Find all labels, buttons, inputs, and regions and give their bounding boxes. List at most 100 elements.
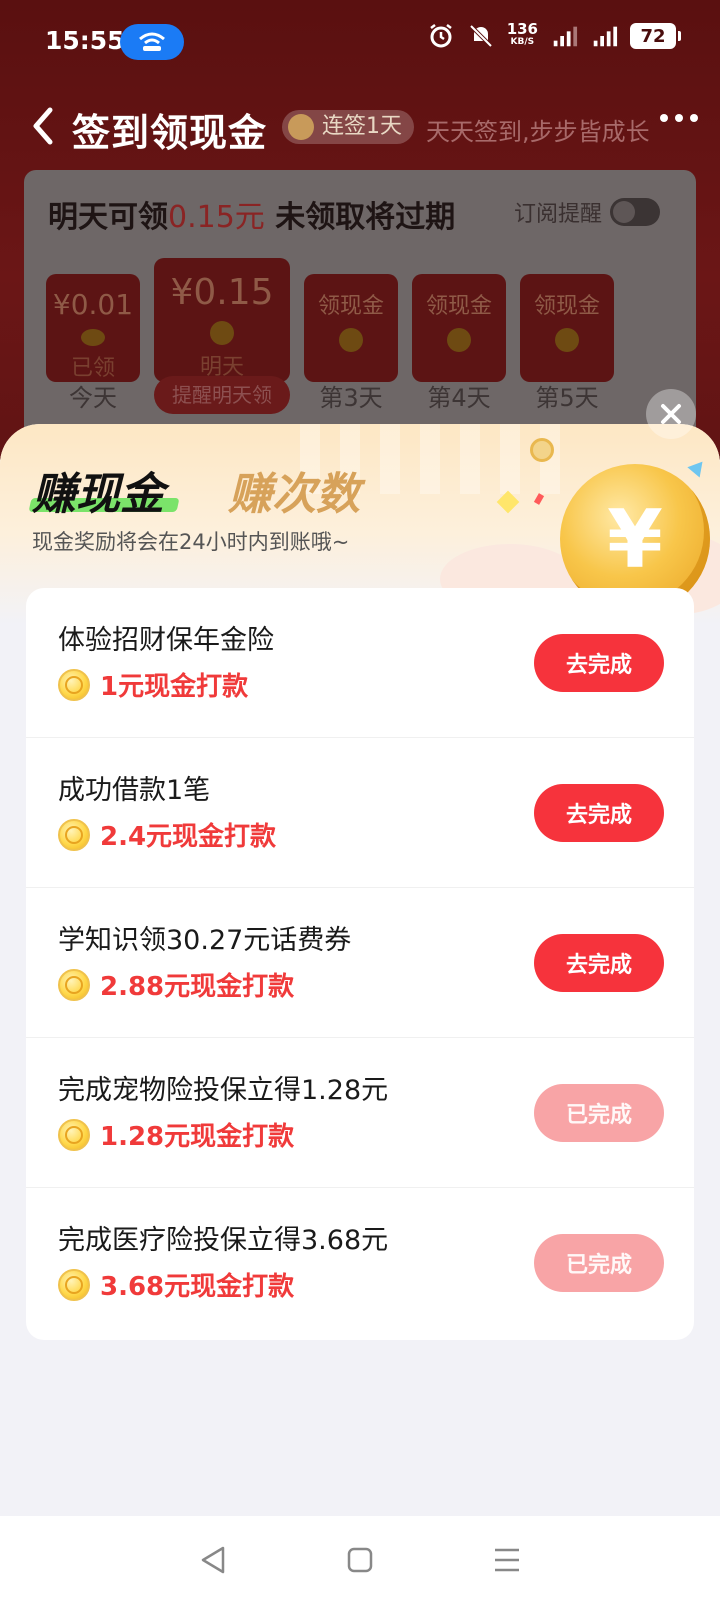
dot-icon bbox=[690, 114, 698, 122]
seal-icon bbox=[210, 321, 234, 345]
subscribe-reminder[interactable]: 订阅提醒 bbox=[514, 196, 660, 228]
task-reward-text: 2.88元现金打款 bbox=[100, 972, 295, 1002]
network-speed: 136 KB/S bbox=[506, 20, 538, 49]
coin-icon bbox=[58, 818, 90, 851]
nav-menu-button[interactable] bbox=[483, 1536, 531, 1584]
day-label: 第4天 bbox=[427, 383, 491, 412]
small-coin-icon bbox=[530, 438, 554, 462]
signin-card: 明天可领0.15元 未领取将过期 订阅提醒 ¥0.01 已领 ¥0.15 明天 … bbox=[24, 170, 696, 450]
task-reward: 1.28元现金打款 bbox=[58, 1116, 294, 1153]
task-row: 完成宠物险投保立得1.28元 1.28元现金打款 已完成 bbox=[26, 1038, 694, 1188]
task-reward: 2.88元现金打款 bbox=[58, 966, 294, 1003]
signin-suffix: 未领取将过期 bbox=[264, 200, 456, 235]
seal-icon bbox=[339, 328, 363, 352]
coin-icon bbox=[58, 1268, 90, 1301]
task-reward-text: 1元现金打款 bbox=[100, 672, 249, 702]
envelope-value: ¥0.01 bbox=[52, 288, 134, 321]
task-reward-text: 1.28元现金打款 bbox=[100, 1122, 295, 1152]
envelope-day-1[interactable]: ¥0.01 已领 bbox=[46, 274, 140, 382]
streak-label: 连签1天 bbox=[322, 114, 402, 139]
envelope-day-2[interactable]: ¥0.15 明天 bbox=[154, 258, 290, 382]
task-reward: 2.4元现金打款 bbox=[58, 816, 276, 853]
task-reward-text: 3.68元现金打款 bbox=[100, 1272, 295, 1302]
alarm-icon bbox=[427, 22, 455, 50]
status-icons: 136 KB/S 72 bbox=[427, 20, 681, 50]
completed-button[interactable]: 已完成 bbox=[534, 1084, 664, 1142]
dot-icon bbox=[675, 114, 683, 122]
task-title: 完成宠物险投保立得1.28元 bbox=[58, 1075, 389, 1106]
tab-earn-cash[interactable]: 赚现金 bbox=[32, 458, 164, 522]
nav-back-button[interactable] bbox=[189, 1536, 237, 1584]
signal-5g-icon bbox=[590, 22, 618, 50]
close-icon bbox=[661, 404, 681, 424]
go-complete-button[interactable]: 去完成 bbox=[534, 784, 664, 842]
task-sheet: 赚现金 赚次数 现金奖励将会在24小时内到账哦~ ¥ 体验招财保年金险 1元现金… bbox=[0, 424, 720, 1516]
triangle-back-icon bbox=[202, 1546, 225, 1574]
status-time: 15:55 bbox=[45, 26, 125, 55]
seal-icon bbox=[81, 329, 105, 346]
nav-home-button[interactable] bbox=[336, 1536, 384, 1584]
envelope-value: 领现金 bbox=[317, 294, 384, 319]
dot-icon bbox=[660, 114, 668, 122]
battery-indicator: 72 bbox=[630, 23, 681, 49]
day-label: 今天 bbox=[69, 383, 117, 412]
task-reward-text: 2.4元现金打款 bbox=[100, 822, 277, 852]
hotspot-icon bbox=[139, 32, 165, 51]
signal-4g-icon bbox=[550, 22, 578, 50]
yuan-symbol: ¥ bbox=[607, 492, 663, 586]
coin-icon bbox=[58, 968, 90, 1001]
signin-headline: 明天可领0.15元 未领取将过期 bbox=[48, 192, 455, 236]
mute-bell-icon bbox=[467, 22, 495, 50]
hotspot-pill bbox=[120, 24, 184, 60]
seal-icon bbox=[555, 328, 579, 352]
task-title: 体验招财保年金险 bbox=[58, 625, 274, 656]
task-row: 学知识领30.27元话费券 2.88元现金打款 去完成 bbox=[26, 888, 694, 1038]
menu-lines-icon bbox=[494, 1548, 519, 1572]
envelope-value: 领现金 bbox=[533, 294, 600, 319]
day-label: 第5天 bbox=[535, 383, 599, 412]
go-complete-button[interactable]: 去完成 bbox=[534, 934, 664, 992]
chevron-left-icon bbox=[33, 107, 53, 145]
day-label-row: 今天 提醒明天领 第3天 第4天 第5天 bbox=[46, 376, 614, 414]
envelope-day-4[interactable]: 领现金 bbox=[412, 274, 506, 382]
header-slogan: 天天签到,步步皆成长 bbox=[426, 118, 650, 146]
back-button[interactable] bbox=[28, 104, 68, 148]
network-speed-value: 136 bbox=[506, 20, 538, 38]
more-options-button[interactable] bbox=[660, 114, 698, 122]
task-row: 成功借款1笔 2.4元现金打款 去完成 bbox=[26, 738, 694, 888]
streak-coin-icon bbox=[288, 114, 314, 140]
subscribe-toggle[interactable] bbox=[610, 198, 660, 226]
sheet-note: 现金奖励将会在24小时内到账哦~ bbox=[32, 530, 350, 554]
go-complete-button[interactable]: 去完成 bbox=[534, 634, 664, 692]
task-reward: 1元现金打款 bbox=[58, 666, 248, 703]
task-title: 完成医疗险投保立得3.68元 bbox=[58, 1225, 389, 1256]
envelope-value: ¥0.15 bbox=[170, 272, 274, 313]
coin-icon bbox=[58, 668, 90, 701]
seal-icon bbox=[447, 328, 471, 352]
completed-button[interactable]: 已完成 bbox=[534, 1234, 664, 1292]
background-page: 15:55 136 KB/S 72 签到领现金 连签1天 天天签到,步步皆成长 … bbox=[0, 0, 720, 460]
day-label: 第3天 bbox=[319, 383, 383, 412]
square-home-icon bbox=[347, 1547, 373, 1573]
envelope-value: 领现金 bbox=[425, 294, 492, 319]
envelope-day-3[interactable]: 领现金 bbox=[304, 274, 398, 382]
task-row: 体验招财保年金险 1元现金打款 去完成 bbox=[26, 588, 694, 738]
page-title: 签到领现金 bbox=[72, 111, 268, 155]
close-sheet-button[interactable] bbox=[646, 389, 696, 439]
signin-prefix: 明天可领 bbox=[48, 200, 168, 235]
status-bar: 15:55 136 KB/S 72 bbox=[0, 0, 720, 84]
coin-icon bbox=[58, 1118, 90, 1151]
task-title: 学知识领30.27元话费券 bbox=[58, 925, 352, 956]
subscribe-label: 订阅提醒 bbox=[513, 202, 602, 227]
task-row: 完成医疗险投保立得3.68元 3.68元现金打款 已完成 bbox=[26, 1188, 694, 1338]
tab-earn-count[interactable]: 赚次数 bbox=[228, 458, 360, 522]
envelope-day-5[interactable]: 领现金 bbox=[520, 274, 614, 382]
page-header: 签到领现金 连签1天 天天签到,步步皆成长 bbox=[0, 96, 720, 160]
task-title: 成功借款1笔 bbox=[58, 775, 211, 806]
task-reward: 3.68元现金打款 bbox=[58, 1266, 294, 1303]
system-nav-bar bbox=[0, 1516, 720, 1604]
remind-tomorrow-button[interactable]: 提醒明天领 bbox=[154, 376, 290, 414]
signin-amount: 0.15元 bbox=[168, 200, 265, 235]
streak-badge: 连签1天 bbox=[282, 110, 414, 144]
task-list: 体验招财保年金险 1元现金打款 去完成 成功借款1笔 2.4元现金打款 去完成 … bbox=[26, 588, 694, 1340]
